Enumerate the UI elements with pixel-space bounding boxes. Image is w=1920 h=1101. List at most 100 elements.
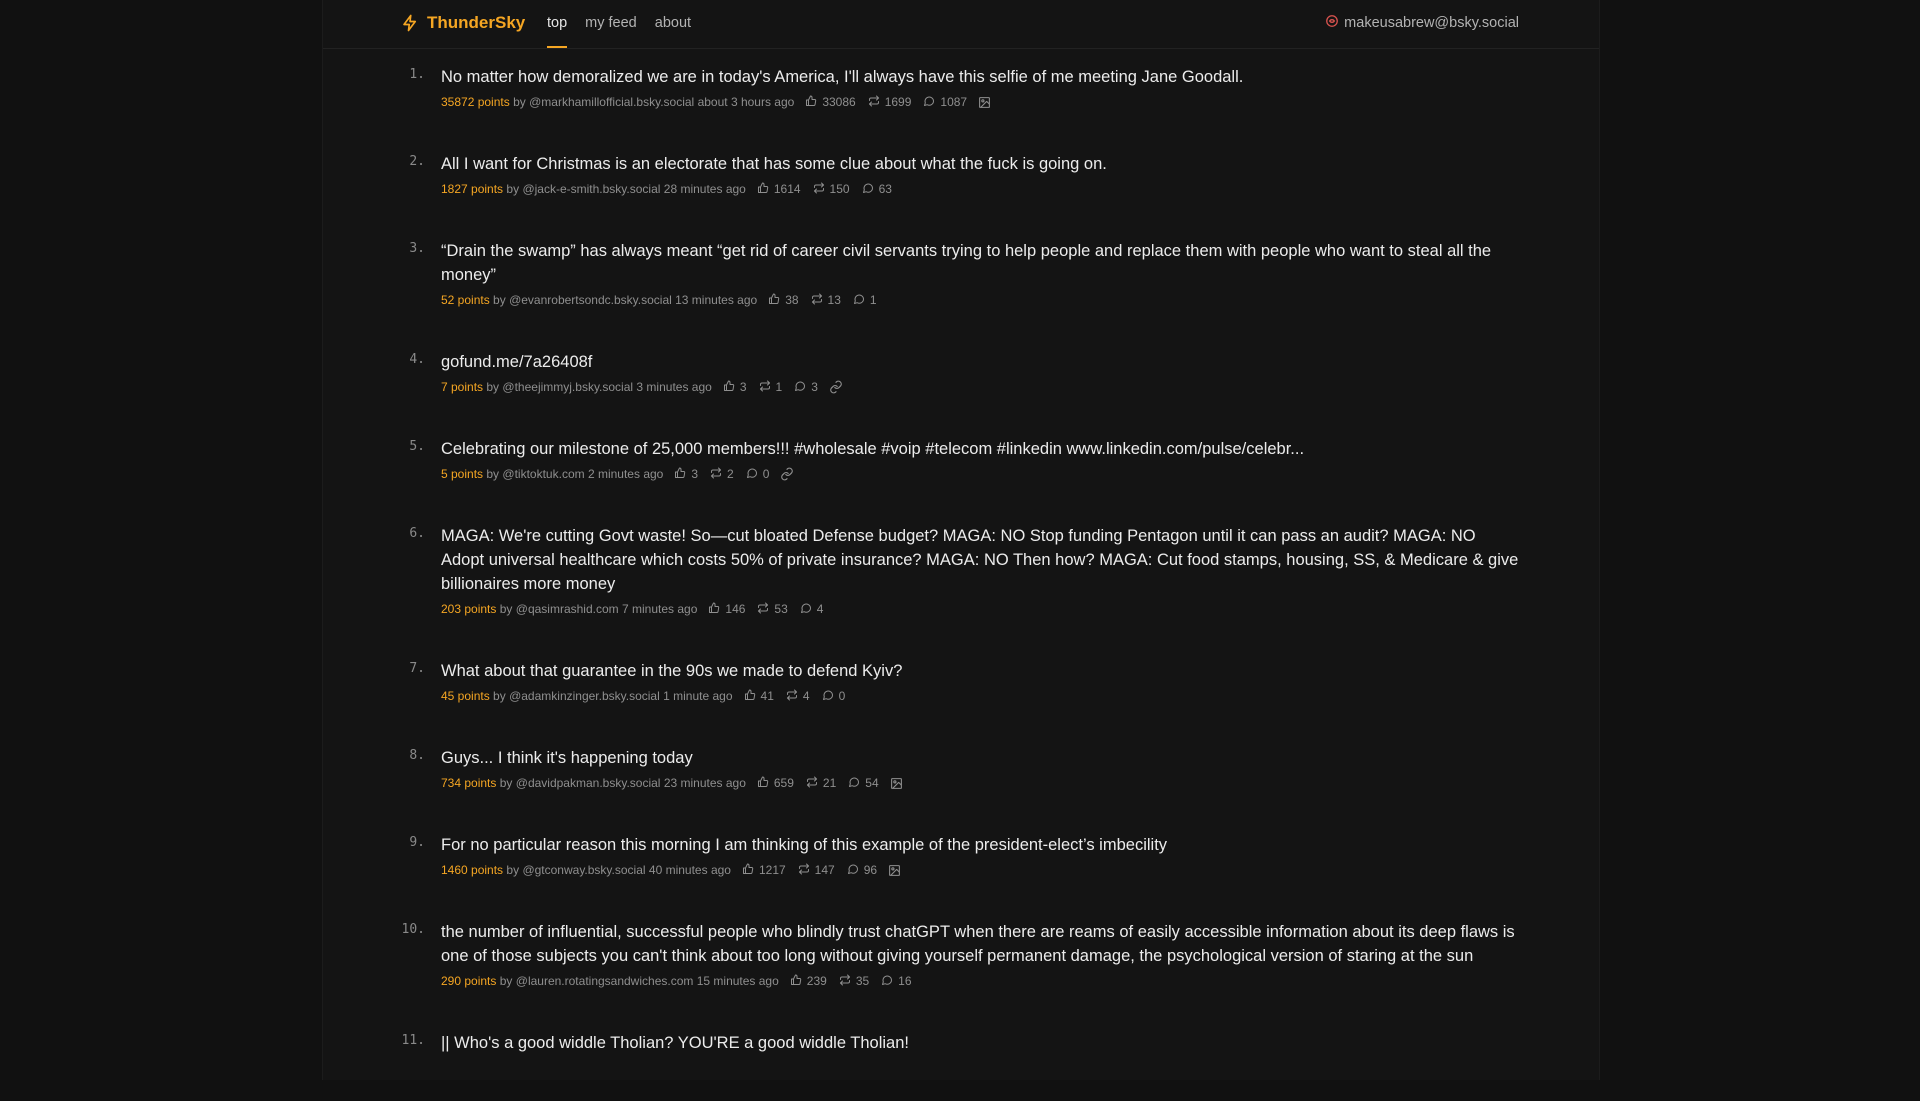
reply-count: 3 [811, 380, 818, 394]
link-icon[interactable] [829, 380, 843, 394]
reply-icon [881, 974, 898, 989]
post-points: 1460 points [441, 863, 504, 877]
replies-stat[interactable]: 3 [794, 380, 818, 395]
post-title-link[interactable]: Guys... I think it's happening today [441, 729, 1521, 770]
post-title-link[interactable]: No matter how demoralized we are in toda… [441, 48, 1521, 89]
post-title-link[interactable]: “Drain the swamp” has always meant “get … [441, 222, 1521, 287]
tab-top[interactable]: top [547, 0, 568, 48]
post-title-link[interactable]: the number of influential, successful pe… [441, 903, 1521, 968]
post-title-link[interactable]: Celebrating our milestone of 25,000 memb… [441, 420, 1521, 461]
likes-stat[interactable]: 38 [768, 293, 799, 308]
user-account-link[interactable]: makeusabrew@bsky.social [1325, 14, 1519, 32]
post-author-handle[interactable]: @adamkinzinger.bsky.social [509, 689, 660, 703]
post-author-handle[interactable]: @gtconway.bsky.social [522, 863, 645, 877]
likes-stat[interactable]: 659 [757, 776, 794, 791]
post-item: 5. Celebrating our milestone of 25,000 me… [323, 420, 1521, 507]
replies-stat[interactable]: 4 [800, 602, 824, 617]
post-author-handle[interactable]: @theejimmyj.bsky.social [502, 380, 633, 394]
repost-icon [798, 863, 815, 878]
reply-icon [746, 467, 763, 482]
post-points: 35872 points [441, 95, 510, 109]
post-author-handle[interactable]: @qasimrashid.com [516, 602, 619, 616]
like-count: 38 [785, 293, 799, 307]
post-author-handle[interactable]: @lauren.rotatingsandwiches.com [516, 974, 694, 988]
post-author-handle[interactable]: @tiktoktuk.com [502, 467, 584, 481]
likes-stat[interactable]: 3 [723, 380, 747, 395]
image-icon[interactable] [890, 777, 903, 790]
like-icon [742, 863, 759, 878]
replies-stat[interactable]: 96 [847, 863, 877, 878]
like-icon [744, 689, 761, 704]
reposts-stat[interactable]: 53 [757, 602, 788, 617]
post-rank: 7. [409, 661, 425, 676]
post-title-link[interactable]: For no particular reason this morning I … [441, 816, 1521, 857]
image-icon[interactable] [888, 864, 901, 877]
post-by-label: by [499, 602, 513, 616]
replies-stat[interactable]: 54 [848, 776, 879, 791]
link-icon[interactable] [780, 467, 794, 481]
post-author-handle[interactable]: @jack-e-smith.bsky.social [522, 182, 660, 196]
repost-icon [868, 95, 885, 110]
post-spacer [441, 309, 1521, 333]
likes-stat[interactable]: 1614 [757, 182, 801, 197]
replies-stat[interactable]: 1 [853, 293, 877, 308]
home-logo-link[interactable]: ThunderSky [401, 13, 525, 33]
post-title-link[interactable]: MAGA: We're cutting Govt waste! So—cut b… [441, 507, 1521, 596]
tab-about[interactable]: about [655, 0, 691, 48]
post-rank: 9. [409, 835, 425, 850]
reposts-stat[interactable]: 2 [710, 467, 734, 482]
replies-stat[interactable]: 16 [881, 974, 912, 989]
reposts-stat[interactable]: 13 [811, 293, 841, 308]
post-meta: 45 points by @adamkinzinger.bsky.social … [441, 687, 1521, 705]
post-title-link[interactable]: || Who's a good widdle Tholian? YOU'RE a… [441, 1014, 1521, 1055]
tab-my-feed[interactable]: my feed [585, 0, 637, 48]
post-author-handle[interactable]: @evanrobertsondc.bsky.social [509, 293, 672, 307]
reply-count: 4 [816, 602, 824, 616]
post-spacer [441, 618, 1521, 642]
post-spacer [441, 792, 1521, 816]
app-name: ThunderSky [427, 13, 526, 32]
replies-stat[interactable]: 63 [862, 182, 892, 197]
post-rank: 2. [409, 154, 425, 169]
image-icon[interactable] [978, 96, 991, 109]
reply-count: 1 [869, 293, 877, 307]
replies-stat[interactable]: 0 [822, 689, 845, 704]
repost-count: 35 [855, 974, 870, 988]
post-by-label: by [506, 863, 520, 877]
reposts-stat[interactable]: 1699 [868, 95, 911, 110]
likes-stat[interactable]: 3 [674, 467, 698, 482]
post-title-link[interactable]: What about that guarantee in the 90s we … [441, 642, 1521, 683]
reposts-stat[interactable]: 147 [798, 863, 835, 878]
post-author-handle[interactable]: @davidpakman.bsky.social [516, 776, 661, 790]
reposts-stat[interactable]: 150 [813, 182, 850, 197]
reposts-stat[interactable]: 4 [786, 689, 810, 704]
post-rank: 1. [409, 67, 425, 82]
post-author-handle[interactable]: @markhamillofficial.bsky.social [529, 95, 694, 109]
repost-icon [839, 974, 856, 989]
repost-icon [710, 467, 727, 482]
reposts-stat[interactable]: 21 [806, 776, 836, 791]
likes-stat[interactable]: 146 [708, 602, 745, 617]
post-rank: 8. [409, 748, 425, 763]
like-count: 239 [806, 974, 827, 988]
post-title-link[interactable]: All I want for Christmas is an electorat… [441, 135, 1521, 176]
replies-stat[interactable]: 1087 [923, 95, 967, 110]
replies-stat[interactable]: 0 [746, 467, 769, 482]
post-meta: 52 points by @evanrobertsondc.bsky.socia… [441, 291, 1521, 309]
post-title-link[interactable]: gofund.me/7a26408f [441, 333, 1521, 374]
post-spacer [441, 879, 1521, 903]
likes-stat[interactable]: 239 [790, 974, 827, 989]
like-icon [674, 467, 691, 482]
post-by-label: by [513, 95, 526, 109]
post-by-label: by [486, 467, 500, 481]
reply-icon [794, 380, 811, 395]
reply-count: 54 [865, 776, 879, 790]
likes-stat[interactable]: 33086 [805, 95, 856, 110]
reply-icon [862, 182, 879, 197]
post-age: 1 minute ago [663, 689, 733, 703]
post-rank: 10. [401, 922, 425, 937]
likes-stat[interactable]: 41 [744, 689, 774, 704]
reposts-stat[interactable]: 35 [839, 974, 869, 989]
reposts-stat[interactable]: 1 [759, 380, 782, 395]
likes-stat[interactable]: 1217 [742, 863, 786, 878]
